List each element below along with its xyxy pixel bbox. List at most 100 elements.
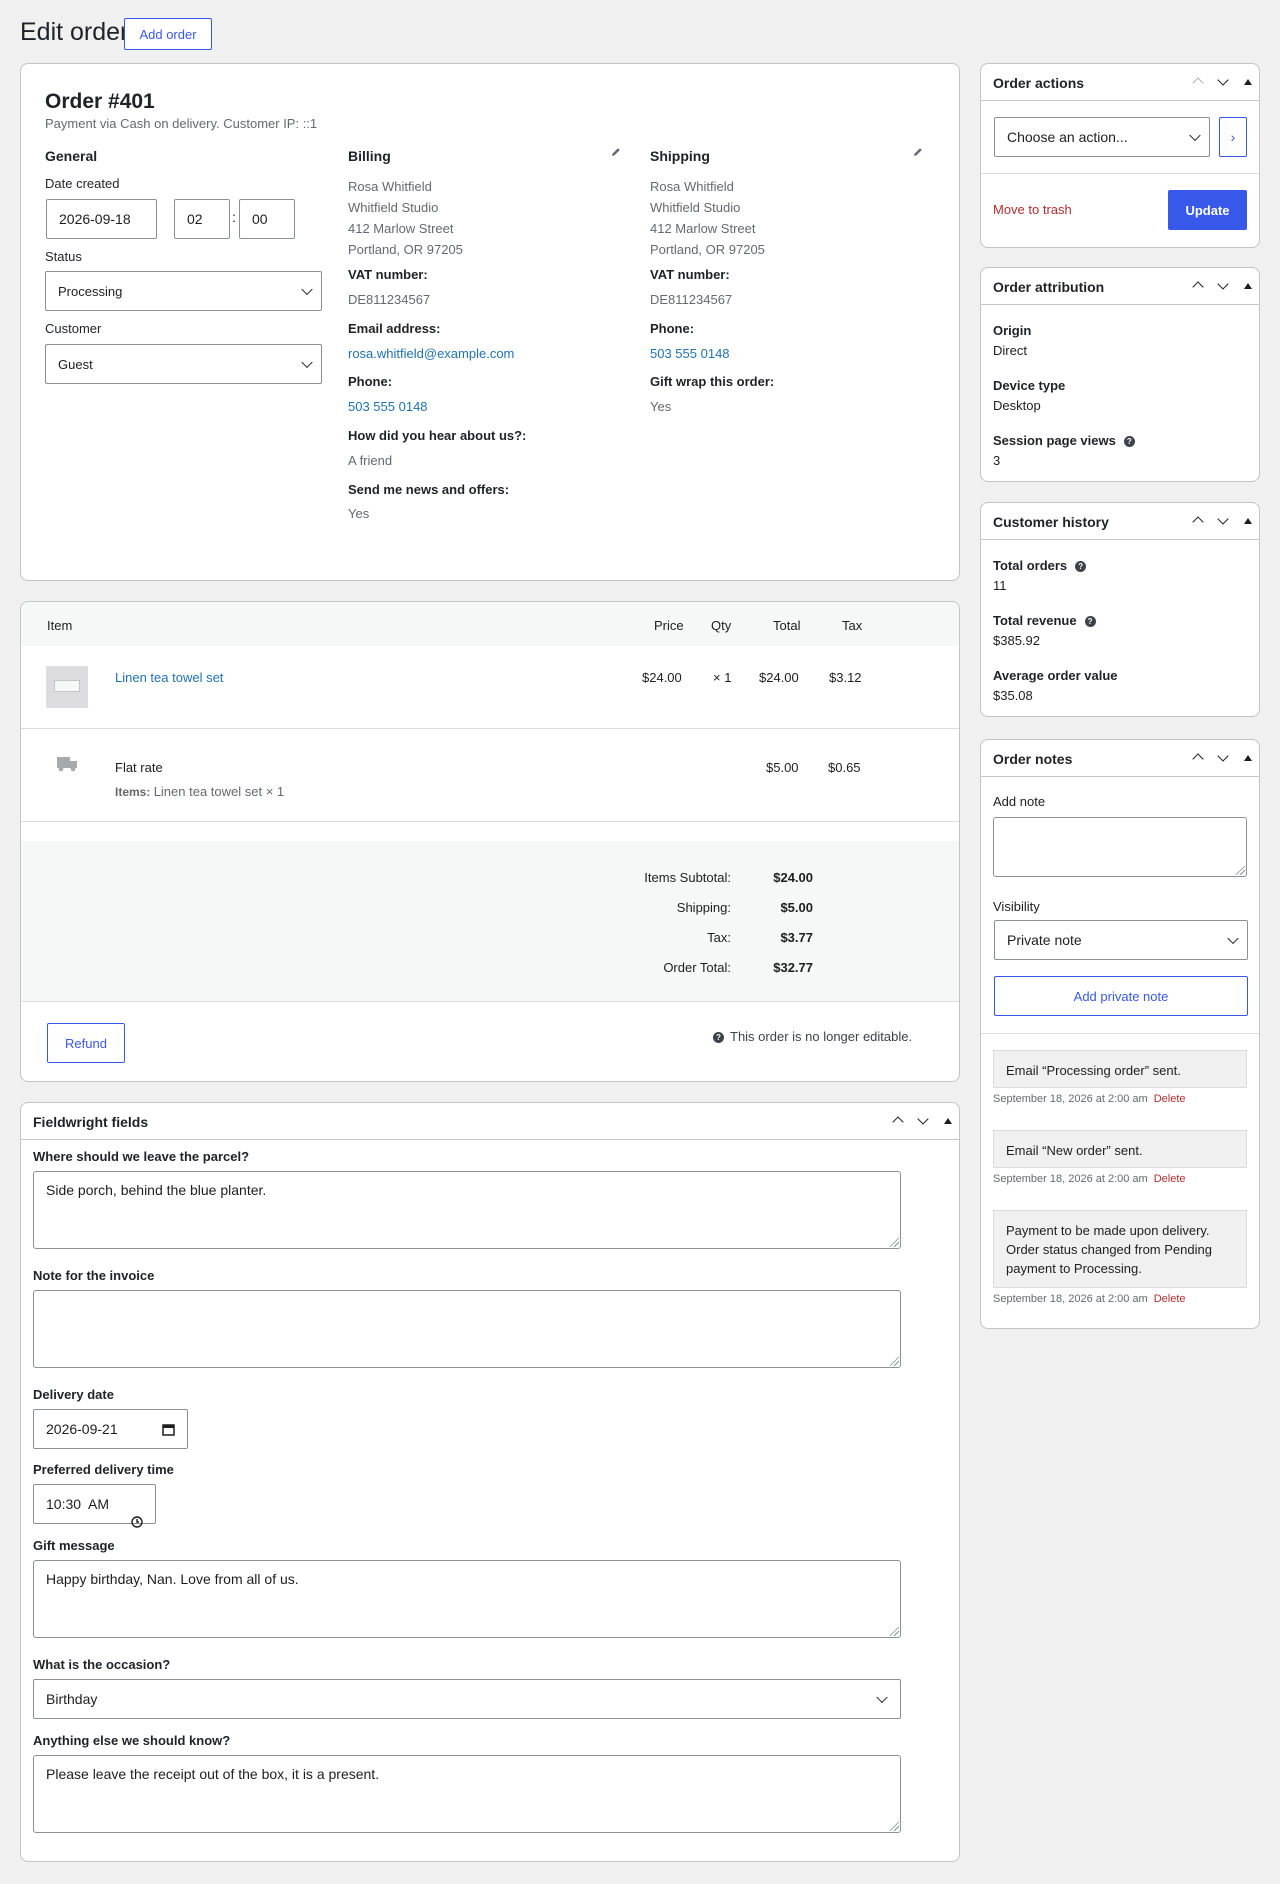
billing-email-link[interactable]: rosa.whitfield@example.com xyxy=(348,346,514,361)
collapse-toggle-icon[interactable] xyxy=(944,1118,952,1124)
gift-message-textarea[interactable]: Happy birthday, Nan. Love from all of us… xyxy=(33,1560,901,1638)
billing-phone-link[interactable]: 503 555 0148 xyxy=(348,399,428,414)
product-price: $24.00 xyxy=(642,670,682,685)
delete-note-link[interactable]: Delete xyxy=(1154,1173,1186,1185)
add-order-button[interactable]: Add order xyxy=(124,18,212,50)
totals-area xyxy=(21,841,959,1001)
billing-phone-label: Phone: xyxy=(348,374,393,389)
note-meta: September 18, 2026 at 2:00 am Delete xyxy=(993,1293,1186,1305)
shipping-phone-label: Phone: xyxy=(650,321,695,336)
chevron-right-icon: › xyxy=(1230,129,1236,145)
move-down-icon[interactable] xyxy=(918,1117,928,1127)
move-down-icon[interactable] xyxy=(1218,754,1228,764)
parcel-label: Where should we leave the parcel? xyxy=(33,1149,250,1164)
totals-row: Items Subtotal: $24.00 xyxy=(581,870,813,900)
minute-input[interactable]: 00 xyxy=(239,199,295,239)
help-icon[interactable]: ? xyxy=(1075,561,1087,573)
move-up-icon[interactable] xyxy=(1193,752,1203,762)
note-item: Email “Processing order” sent. xyxy=(993,1050,1247,1088)
customer-select[interactable]: Guest xyxy=(45,344,322,384)
note-date: September 18, 2026 at 2:00 am xyxy=(993,1093,1148,1105)
totals-label: Items Subtotal: xyxy=(644,870,731,885)
move-up-icon[interactable] xyxy=(1193,280,1203,290)
move-down-icon[interactable] xyxy=(1218,282,1228,292)
customer-history-title: Customer history xyxy=(993,514,1109,530)
move-up-icon[interactable] xyxy=(1193,515,1203,525)
help-icon[interactable]: ? xyxy=(1123,436,1135,448)
order-actions-title: Order actions xyxy=(993,75,1085,91)
move-up-icon[interactable] xyxy=(893,1115,903,1125)
delete-note-link[interactable]: Delete xyxy=(1154,1093,1186,1105)
shipping-tax: $0.65 xyxy=(828,760,861,775)
apply-action-button[interactable]: › xyxy=(1219,117,1247,157)
product-thumbnail xyxy=(46,666,88,708)
move-up-icon[interactable] xyxy=(1193,76,1203,86)
note-item: Payment to be made upon delivery. Order … xyxy=(993,1210,1247,1288)
total-revenue-label: Total revenue? xyxy=(993,613,1096,628)
move-to-trash-link[interactable]: Move to trash xyxy=(993,202,1072,217)
move-down-icon[interactable] xyxy=(1218,78,1228,88)
calendar-icon[interactable] xyxy=(162,1423,175,1439)
parcel-textarea[interactable]: Side porch, behind the blue planter. xyxy=(33,1171,901,1249)
update-button[interactable]: Update xyxy=(1168,190,1247,230)
edit-billing-pencil-icon[interactable] xyxy=(610,146,622,161)
collapse-toggle-icon[interactable] xyxy=(1244,755,1252,761)
hour-input[interactable]: 02 xyxy=(174,199,230,239)
hear-value: A friend xyxy=(348,453,393,468)
total-orders-text: Total orders xyxy=(993,558,1068,573)
delete-note-link[interactable]: Delete xyxy=(1154,1293,1186,1305)
edit-shipping-pencil-icon[interactable] xyxy=(912,146,924,161)
shipping-total: $5.00 xyxy=(766,760,799,775)
gift-message-label: Gift message xyxy=(33,1538,115,1553)
invoice-textarea[interactable] xyxy=(33,1290,901,1368)
total-orders-label: Total orders? xyxy=(993,558,1087,573)
divider xyxy=(21,728,959,729)
resize-handle[interactable] xyxy=(890,1357,899,1366)
visibility-label: Visibility xyxy=(993,899,1040,914)
refund-button[interactable]: Refund xyxy=(47,1023,125,1063)
shipping-method-name: Flat rate xyxy=(115,760,163,775)
totals-row: Order Total: $32.77 xyxy=(581,960,813,990)
collapse-toggle-icon[interactable] xyxy=(1244,283,1252,289)
resize-handle[interactable] xyxy=(890,1238,899,1247)
items-header: Item Price Qty Total Tax xyxy=(21,602,959,646)
custom-fields-title: Fieldwright fields xyxy=(33,1114,149,1130)
order-notes-header: Order notes xyxy=(981,740,1259,777)
totals-row: Tax: $3.77 xyxy=(581,930,813,960)
note-date: September 18, 2026 at 2:00 am xyxy=(993,1173,1148,1185)
resize-handle[interactable] xyxy=(1236,866,1245,875)
gift-wrap-label: Gift wrap this order: xyxy=(650,374,775,389)
delivery-date-input[interactable]: 2026-09-21 xyxy=(33,1409,188,1449)
shipping-address: Rosa Whitfield Whitfield Studio 412 Marl… xyxy=(650,176,765,260)
totals-value: $24.00 xyxy=(773,870,813,885)
help-icon[interactable]: ? xyxy=(1084,616,1096,628)
occasion-select[interactable]: Birthday xyxy=(33,1679,901,1719)
note-meta: September 18, 2026 at 2:00 am Delete xyxy=(993,1093,1186,1105)
move-down-icon[interactable] xyxy=(1218,517,1228,527)
delivery-time-input[interactable]: 10:30 AM xyxy=(33,1484,156,1528)
resize-handle[interactable] xyxy=(890,1627,899,1636)
order-attribution-title: Order attribution xyxy=(993,279,1105,295)
resize-handle[interactable] xyxy=(890,1822,899,1831)
add-note-textarea[interactable] xyxy=(993,817,1247,877)
shipping-street: 412 Marlow Street xyxy=(650,221,756,236)
divider xyxy=(981,1033,1259,1034)
add-private-note-button[interactable]: Add private note xyxy=(994,976,1248,1016)
date-created-input[interactable]: 2026-09-18 xyxy=(46,199,157,239)
else-textarea[interactable]: Please leave the receipt out of the box,… xyxy=(33,1755,901,1833)
shipping-heading: Shipping xyxy=(650,148,710,164)
chevron-down-icon xyxy=(1227,932,1239,945)
divider xyxy=(21,1001,959,1002)
visibility-select[interactable]: Private note xyxy=(994,920,1248,960)
order-action-select[interactable]: Choose an action... xyxy=(994,117,1210,157)
device-type-label: Device type xyxy=(993,378,1066,393)
status-select[interactable]: Processing xyxy=(45,271,322,311)
col-total: Total xyxy=(773,618,801,633)
chevron-down-icon xyxy=(301,283,313,296)
product-link[interactable]: Linen tea towel set xyxy=(115,670,223,685)
chevron-down-icon xyxy=(301,356,313,369)
general-heading: General xyxy=(45,148,98,164)
collapse-toggle-icon[interactable] xyxy=(1244,518,1252,524)
collapse-toggle-icon[interactable] xyxy=(1244,79,1252,85)
shipping-phone-link[interactable]: 503 555 0148 xyxy=(650,346,730,361)
